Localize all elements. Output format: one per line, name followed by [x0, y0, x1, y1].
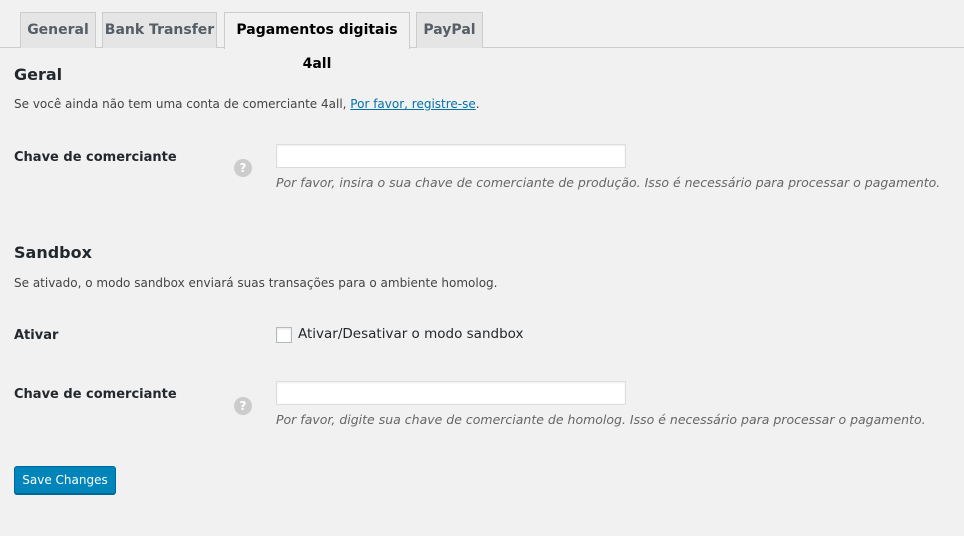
- tab-general[interactable]: General: [20, 12, 96, 48]
- section-title-sandbox: Sandbox: [14, 243, 92, 262]
- sandbox-enable-checkbox-label[interactable]: Ativar/Desativar o modo sandbox: [298, 326, 523, 342]
- settings-tabs: General Bank Transfer Pagamentos digitai…: [0, 0, 964, 72]
- sandbox-merchant-key-hint: Por favor, digite sua chave de comercian…: [276, 412, 926, 427]
- sandbox-description: Se ativado, o modo sandbox enviará suas …: [14, 276, 498, 290]
- help-icon[interactable]: ?: [234, 159, 252, 177]
- section-title-geral: Geral: [14, 65, 63, 84]
- sandbox-merchant-key-label: Chave de comerciante: [14, 387, 177, 402]
- geral-description-text: Se você ainda não tem uma conta de comer…: [14, 97, 351, 111]
- merchant-key-hint: Por favor, insira o sua chave de comerci…: [276, 175, 941, 190]
- tab-bank-transfer[interactable]: Bank Transfer: [102, 12, 217, 48]
- sandbox-enable-label: Ativar: [14, 328, 59, 343]
- tab-pagamentos-digitais-4all[interactable]: Pagamentos digitais 4all: [224, 12, 410, 72]
- geral-description-end: .: [475, 97, 480, 111]
- save-changes-button[interactable]: Save Changes: [14, 466, 116, 494]
- geral-description: Se você ainda não tem uma conta de comer…: [14, 97, 480, 111]
- merchant-key-input[interactable]: [276, 144, 626, 168]
- register-link[interactable]: Por favor, registre-se: [350, 97, 475, 111]
- tab-paypal[interactable]: PayPal: [416, 12, 483, 48]
- sandbox-enable-checkbox[interactable]: [276, 327, 292, 343]
- sandbox-merchant-key-input[interactable]: [276, 381, 626, 405]
- help-icon[interactable]: ?: [234, 397, 252, 415]
- merchant-key-label: Chave de comerciante: [14, 150, 177, 165]
